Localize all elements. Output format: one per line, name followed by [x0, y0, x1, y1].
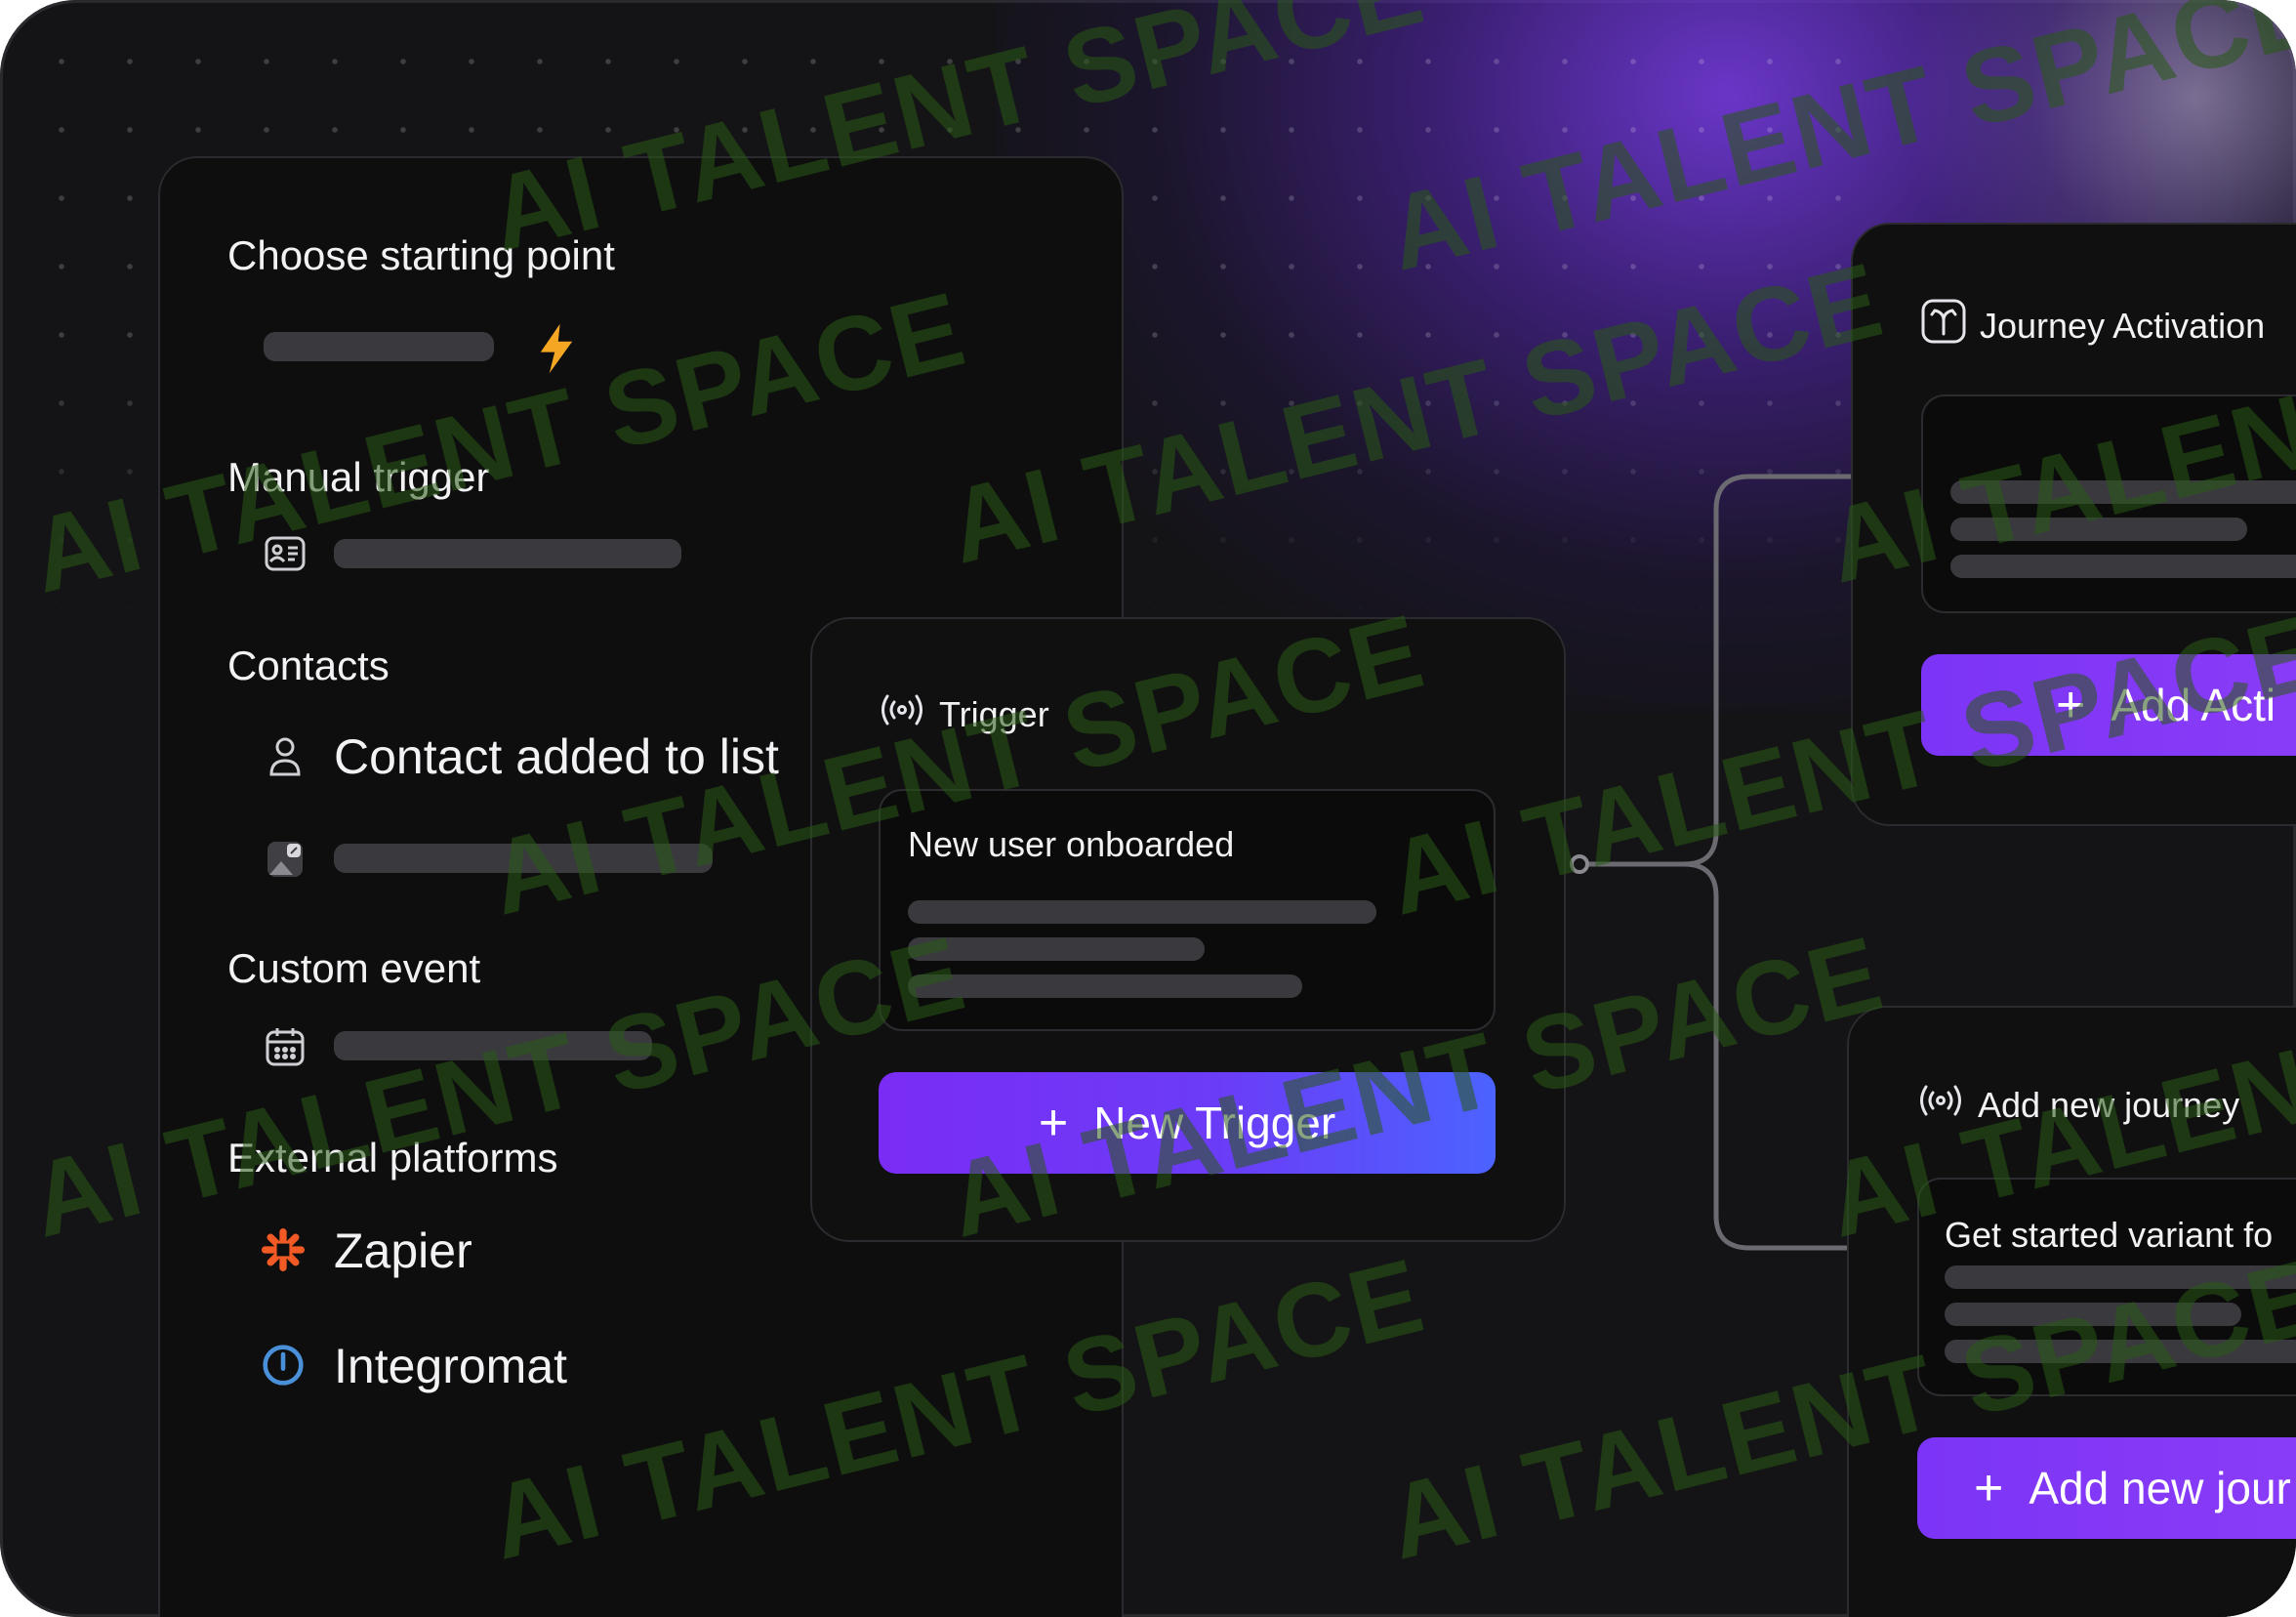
- journey-activation-card: Journey Activation + Add Acti: [1851, 223, 2296, 826]
- add-new-journey-card: Add new journey Get started variant fo +…: [1847, 1006, 2296, 1617]
- journey-activation-header: Journey Activation: [1921, 299, 2265, 352]
- broadcast-icon: [879, 693, 925, 735]
- zapier-icon: [262, 1228, 305, 1271]
- person-icon: [264, 734, 307, 777]
- calendar-icon: [264, 1025, 307, 1068]
- skeleton-line: [264, 332, 494, 361]
- skeleton-line: [334, 1031, 652, 1060]
- skeleton-line: [908, 900, 1376, 924]
- plus-icon: +: [1974, 1460, 2004, 1516]
- new-trigger-button[interactable]: + New Trigger: [879, 1072, 1496, 1174]
- connector-node: [1570, 854, 1589, 874]
- add-new-journey-header: Add new journey: [1917, 1084, 2239, 1126]
- add-activation-label: Add Acti: [2111, 680, 2276, 730]
- section-title-starting-point: Choose starting point: [227, 232, 615, 278]
- id-card-icon: [264, 532, 307, 575]
- skeleton-line: [908, 937, 1205, 961]
- skeleton-line: [1950, 555, 2296, 578]
- section-title-contacts: Contacts: [227, 643, 390, 688]
- add-new-journey-label: Add new jour: [2029, 1463, 2291, 1513]
- integromat-icon: [262, 1344, 305, 1387]
- split-icon: [1921, 299, 1966, 352]
- skeleton-line: [1945, 1340, 2296, 1363]
- plus-icon: +: [1038, 1095, 1069, 1151]
- section-title-manual-trigger: Manual trigger: [227, 454, 490, 500]
- trigger-card-title: Trigger: [939, 693, 1049, 734]
- trigger-event-card[interactable]: New user onboarded: [879, 789, 1496, 1031]
- journey-variant-card[interactable]: Get started variant fo: [1917, 1178, 2296, 1396]
- trigger-card-header: Trigger: [879, 693, 1049, 735]
- skeleton-line: [1945, 1303, 2241, 1326]
- broadcast-icon: [1917, 1084, 1964, 1126]
- plus-icon: +: [2056, 677, 2086, 733]
- connector-lower: [1683, 861, 1850, 1251]
- skeleton-line: [1950, 480, 2296, 504]
- contact-added-to-list-item[interactable]: Contact added to list: [334, 728, 779, 785]
- skeleton-line: [1950, 518, 2247, 541]
- skeleton-line: [334, 539, 681, 568]
- integromat-item[interactable]: Integromat: [334, 1338, 567, 1394]
- journey-activation-inner-card[interactable]: [1921, 394, 2296, 613]
- add-new-journey-button[interactable]: + Add new jour: [1917, 1437, 2296, 1539]
- skeleton-line: [334, 844, 713, 873]
- image-icon: [264, 838, 307, 881]
- trigger-card: Trigger New user onboarded + New Trigger: [810, 617, 1566, 1242]
- skeleton-line: [908, 974, 1302, 998]
- zapier-item[interactable]: Zapier: [334, 1223, 472, 1279]
- lightning-icon: [540, 323, 573, 374]
- new-trigger-label: New Trigger: [1093, 1098, 1336, 1148]
- add-new-journey-title: Add new journey: [1978, 1084, 2240, 1125]
- journey-variant-title: Get started variant fo: [1945, 1215, 2274, 1255]
- section-title-custom-event: Custom event: [227, 945, 481, 991]
- skeleton-line: [1945, 1265, 2296, 1289]
- section-title-external-platforms: External platforms: [227, 1135, 558, 1181]
- connector-main: [1579, 474, 1855, 867]
- app-canvas: Choose starting point Manual trigger Con…: [0, 0, 2296, 1617]
- add-activation-button[interactable]: + Add Acti: [1921, 654, 2296, 756]
- journey-activation-title: Journey Activation: [1980, 305, 2266, 346]
- trigger-event-title: New user onboarded: [908, 824, 1235, 864]
